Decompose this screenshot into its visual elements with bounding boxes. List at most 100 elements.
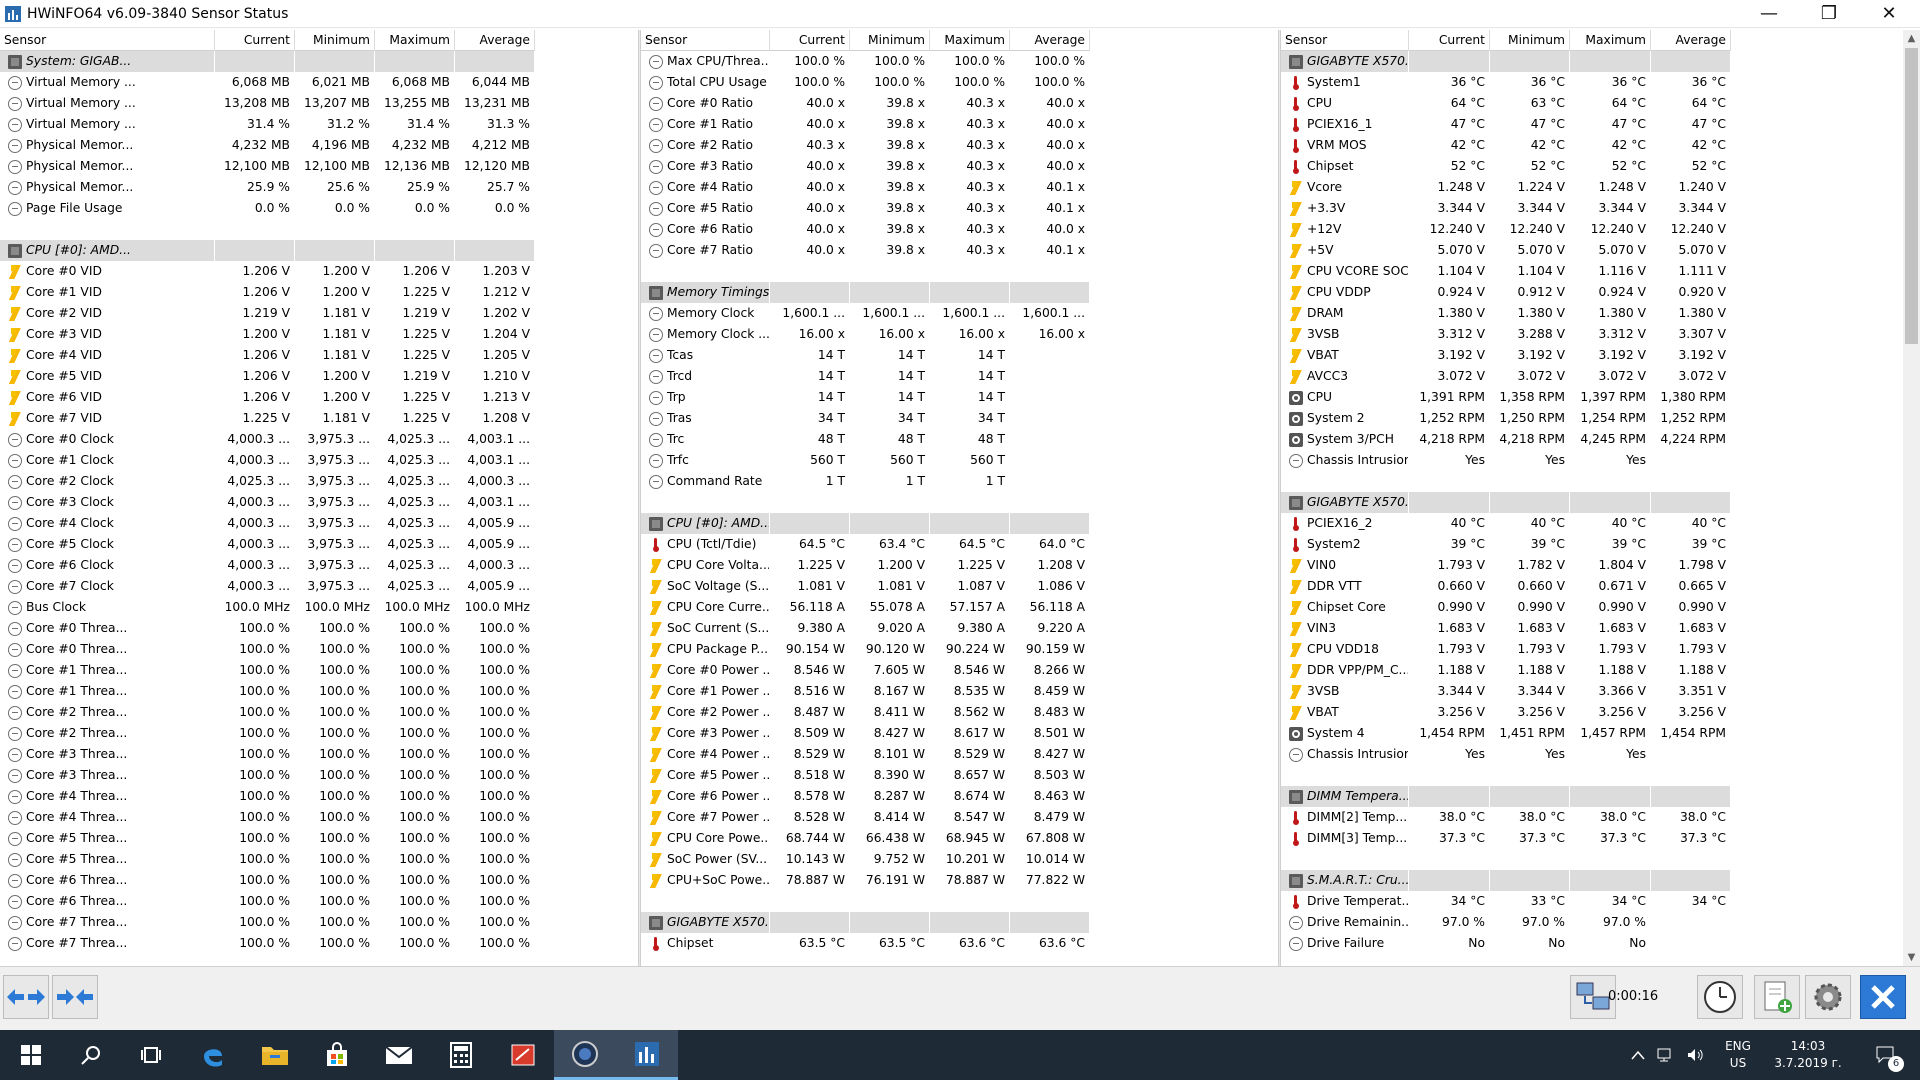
sensor-row[interactable]: Core #2 Threa... 100.0 % 100.0 % 100.0 % 100… <box>0 702 535 723</box>
sensor-row[interactable]: Page File Usage 0.0 % 0.0 % 0.0 % 0.0 % <box>0 198 535 219</box>
task-view-button[interactable] <box>120 1030 182 1080</box>
sensor-row[interactable]: Core #2 Threa... 100.0 % 100.0 % 100.0 % 100… <box>0 723 535 744</box>
sensor-pane-2[interactable]: Sensor Current Minimum Maximum Average Max CP… <box>641 30 1278 966</box>
sensor-row[interactable]: Core #6 Ratio 40.0 x 39.8 x 40.3 x 40.0 x <box>641 219 1090 240</box>
column-header-maximum[interactable]: Maximum <box>930 30 1010 51</box>
show-hidden-icons[interactable] <box>1626 1030 1650 1080</box>
sensor-row[interactable]: Core #6 Power ... 8.578 W 8.287 W 8.674 W 8.… <box>641 786 1090 807</box>
sensor-row[interactable]: Chipset 63.5 °C 63.5 °C 63.6 °C 63.6 °C <box>641 933 1090 954</box>
sensor-row[interactable]: Core #0 Threa... 100.0 % 100.0 % 100.0 % 100… <box>0 639 535 660</box>
taskbar-store[interactable] <box>306 1030 368 1080</box>
sensor-group-header[interactable]: Memory Timings <box>641 282 1090 303</box>
search-button[interactable] <box>60 1030 122 1080</box>
sensor-row[interactable]: DIMM[2] Temp... 38.0 °C 38.0 °C 38.0 °C 38.0… <box>1281 807 1731 828</box>
sensor-row[interactable]: Trcd 14 T 14 T 14 T <box>641 366 1090 387</box>
sensor-row[interactable]: Core #1 Threa... 100.0 % 100.0 % 100.0 % 100… <box>0 681 535 702</box>
column-header-current[interactable]: Current <box>1409 30 1490 51</box>
sensor-row[interactable]: Core #1 Ratio 40.0 x 39.8 x 40.3 x 40.0 x <box>641 114 1090 135</box>
taskbar-calculator[interactable] <box>430 1030 492 1080</box>
sensor-row[interactable]: Core #3 Clock 4,000.3 ... 3,975.3 ... 4,025… <box>0 492 535 513</box>
sensor-row[interactable]: Core #3 Power ... 8.509 W 8.427 W 8.617 W 8.… <box>641 723 1090 744</box>
taskbar-red-app[interactable] <box>492 1030 554 1080</box>
column-header-minimum[interactable]: Minimum <box>850 30 930 51</box>
sensor-row[interactable]: Physical Memor... 25.9 % 25.6 % 25.9 % 25.7 … <box>0 177 535 198</box>
sensor-row[interactable]: Core #0 VID 1.206 V 1.200 V 1.206 V 1.203 V <box>0 261 535 282</box>
sensor-row[interactable]: Core #3 Threa... 100.0 % 100.0 % 100.0 % 100… <box>0 744 535 765</box>
sensor-row[interactable]: CPU Package P... 90.154 W 90.120 W 90.224 W… <box>641 639 1090 660</box>
sensor-row[interactable]: PCIEX16_2 40 °C 40 °C 40 °C 40 °C <box>1281 513 1731 534</box>
column-header-sensor[interactable]: Sensor <box>641 30 770 51</box>
sensor-row[interactable]: Core #4 Threa... 100.0 % 100.0 % 100.0 % 100… <box>0 786 535 807</box>
sensor-group-header[interactable]: CPU [#0]: AMD... <box>0 240 535 261</box>
sensor-row[interactable]: VBAT 3.256 V 3.256 V 3.256 V 3.256 V <box>1281 702 1731 723</box>
sensor-row[interactable]: Core #1 Clock 4,000.3 ... 3,975.3 ... 4,025… <box>0 450 535 471</box>
sensor-row[interactable]: CPU Core Powe... 68.744 W 66.438 W 68.945 W… <box>641 828 1090 849</box>
sensor-row[interactable]: Core #7 Power ... 8.528 W 8.414 W 8.547 W 8.… <box>641 807 1090 828</box>
sensor-row[interactable]: Core #6 VID 1.206 V 1.200 V 1.225 V 1.213 V <box>0 387 535 408</box>
sensor-row[interactable]: CPU Core Curre... 56.118 A 55.078 A 57.157 … <box>641 597 1090 618</box>
column-header-current[interactable]: Current <box>770 30 850 51</box>
sensor-row[interactable]: Bus Clock 100.0 MHz 100.0 MHz 100.0 MHz 100.… <box>0 597 535 618</box>
sensor-row[interactable]: Core #4 Clock 4,000.3 ... 3,975.3 ... 4,025… <box>0 513 535 534</box>
clock-tray[interactable]: 14:03 3.7.2019 г. <box>1766 1030 1850 1080</box>
sensor-row[interactable]: Core #3 Ratio 40.0 x 39.8 x 40.3 x 40.0 x <box>641 156 1090 177</box>
vertical-scrollbar[interactable]: ▲ ▼ <box>1903 30 1920 966</box>
maximize-button[interactable]: ❐ <box>1800 0 1858 28</box>
action-center-button[interactable]: 6 <box>1866 1030 1906 1080</box>
scroll-down-arrow-icon[interactable]: ▼ <box>1903 949 1920 966</box>
sensor-row[interactable]: Tras 34 T 34 T 34 T <box>641 408 1090 429</box>
sensor-row[interactable]: Max CPU/Threa... 100.0 % 100.0 % 100.0 % 100… <box>641 51 1090 72</box>
taskbar-edge[interactable] <box>182 1030 244 1080</box>
sensor-row[interactable]: Core #4 Power ... 8.529 W 8.101 W 8.529 W 8.… <box>641 744 1090 765</box>
sensor-row[interactable]: Chipset 52 °C 52 °C 52 °C 52 °C <box>1281 156 1731 177</box>
sensor-row[interactable]: 3VSB 3.312 V 3.288 V 3.312 V 3.307 V <box>1281 324 1731 345</box>
sensor-row[interactable]: +3.3V 3.344 V 3.344 V 3.344 V 3.344 V <box>1281 198 1731 219</box>
sensor-group-header[interactable]: GIGABYTE X570... <box>1281 51 1731 72</box>
expand-columns-button[interactable] <box>3 975 49 1019</box>
sensor-row[interactable]: DRAM 1.380 V 1.380 V 1.380 V 1.380 V <box>1281 303 1731 324</box>
sensor-row[interactable]: Command Rate 1 T1 T1 T <box>641 471 1090 492</box>
sensor-row[interactable]: Core #7 Clock 4,000.3 ... 3,975.3 ... 4,025… <box>0 576 535 597</box>
sensor-group-header[interactable]: CPU [#0]: AMD... <box>641 513 1090 534</box>
sensor-row[interactable]: CPU VCORE SOC 1.104 V 1.104 V 1.116 V 1.111 … <box>1281 261 1731 282</box>
sensor-row[interactable]: Trc 48 T 48 T 48 T <box>641 429 1090 450</box>
column-header-sensor[interactable]: Sensor <box>1281 30 1409 51</box>
sensor-row[interactable]: Vcore 1.248 V 1.224 V 1.248 V 1.240 V <box>1281 177 1731 198</box>
sensor-row[interactable]: CPU 64 °C 63 °C 64 °C 64 °C <box>1281 93 1731 114</box>
sensor-row[interactable]: Core #5 Threa... 100.0 % 100.0 % 100.0 % 100… <box>0 828 535 849</box>
sensor-row[interactable]: Core #1 VID 1.206 V 1.200 V 1.225 V 1.212 V <box>0 282 535 303</box>
minimize-button[interactable]: — <box>1740 0 1798 28</box>
sensor-pane-1[interactable]: Sensor Current Minimum Maximum Average System… <box>0 30 640 966</box>
sensor-row[interactable]: Virtual Memory ... 6,068 MB 6,021 MB 6,068 … <box>0 72 535 93</box>
sensor-row[interactable]: Core #2 Ratio 40.3 x 39.8 x 40.3 x 40.0 x <box>641 135 1090 156</box>
sensor-group-header[interactable]: System: GIGAB... <box>0 51 535 72</box>
sensor-row[interactable]: Chassis Intrusion Yes Yes Yes <box>1281 744 1731 765</box>
sensor-row[interactable]: Core #0 Clock 4,000.3 ... 3,975.3 ... 4,025… <box>0 429 535 450</box>
sensor-row[interactable]: Memory Clock ... 16.00 x 16.00 x 16.00 x 16.… <box>641 324 1090 345</box>
sensor-row[interactable]: Trp 14 T 14 T 14 T <box>641 387 1090 408</box>
sensor-row[interactable]: Core #5 Clock 4,000.3 ... 3,975.3 ... 4,025… <box>0 534 535 555</box>
sensor-row[interactable]: System2 39 °C 39 °C 39 °C 39 °C <box>1281 534 1731 555</box>
sensor-row[interactable]: Virtual Memory ... 31.4 % 31.2 % 31.4 % 31.3… <box>0 114 535 135</box>
sensor-row[interactable]: System 3/PCH 4,218 RPM 4,218 RPM 4,245 RPM 4… <box>1281 429 1731 450</box>
sensor-row[interactable]: SoC Power (SV... 10.143 W 9.752 W 10.201 W1… <box>641 849 1090 870</box>
sensor-pane-3[interactable]: Sensor Current Minimum Maximum Average GIGABY… <box>1281 30 1903 966</box>
sensor-row[interactable]: CPU 1,391 RPM 1,358 RPM 1,397 RPM 1,380 RPM <box>1281 387 1731 408</box>
sensor-row[interactable]: Core #3 Threa... 100.0 % 100.0 % 100.0 % 100… <box>0 765 535 786</box>
sensor-row[interactable]: DDR VPP/PM_C... 1.188 V 1.188 V 1.188 V 1.18… <box>1281 660 1731 681</box>
sensor-row[interactable]: CPU+SoC Powe... 78.887 W 76.191 W 78.887 W7… <box>641 870 1090 891</box>
column-header-average[interactable]: Average <box>455 30 535 51</box>
scrollbar-thumb[interactable] <box>1905 48 1918 344</box>
sensor-row[interactable]: Core #1 Threa... 100.0 % 100.0 % 100.0 % 100… <box>0 660 535 681</box>
sensor-row[interactable]: Core #6 Threa... 100.0 % 100.0 % 100.0 % 100… <box>0 891 535 912</box>
column-header-sensor[interactable]: Sensor <box>0 30 215 51</box>
close-sensors-button[interactable] <box>1860 975 1906 1019</box>
sensor-row[interactable]: Chassis Intrusion Yes Yes Yes <box>1281 450 1731 471</box>
sensor-row[interactable]: VRM MOS 42 °C 42 °C 42 °C 42 °C <box>1281 135 1731 156</box>
sensor-row[interactable]: Core #1 Power ... 8.516 W 8.167 W 8.535 W 8.… <box>641 681 1090 702</box>
sensor-row[interactable]: Core #7 Threa... 100.0 % 100.0 % 100.0 % 100… <box>0 933 535 954</box>
sensor-row[interactable]: Core #6 Clock 4,000.3 ... 3,975.3 ... 4,025… <box>0 555 535 576</box>
column-header-maximum[interactable]: Maximum <box>375 30 455 51</box>
sensor-row[interactable]: Chipset Core 0.990 V 0.990 V 0.990 V 0.990 V <box>1281 597 1731 618</box>
sensor-row[interactable]: VIN0 1.793 V 1.782 V 1.804 V 1.798 V <box>1281 555 1731 576</box>
